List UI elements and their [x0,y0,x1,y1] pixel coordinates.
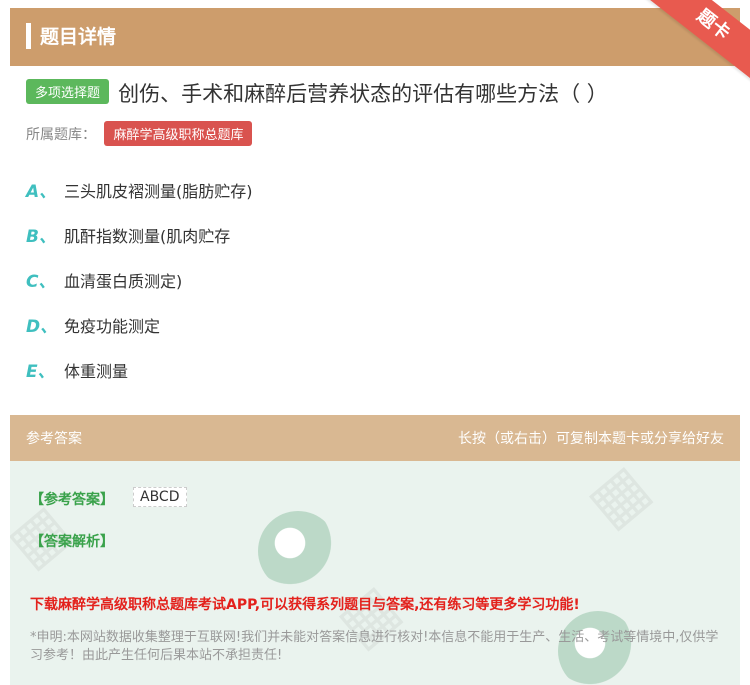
option-a[interactable]: A、 三头肌皮褶测量(脂肪贮存) [26,177,253,202]
option-text: 体重测量 [64,362,129,381]
option-text: 免疫功能测定 [64,317,161,336]
option-e[interactable]: E、 体重测量 [26,357,128,382]
page-title: 题目详情 [40,26,117,48]
answer-label: 【参考答案】 [30,492,114,508]
library-row: 所属题库： 麻醉学高级职称总题库 [26,121,253,146]
ribbon-label: 题卡 [642,0,750,87]
option-c[interactable]: C、 血清蛋白质测定) [26,267,182,292]
library-badge[interactable]: 麻醉学高级职称总题库 [104,121,253,146]
option-text: 肌酐指数测量(肌肉贮存 [64,227,231,246]
corner-ribbon: 题卡 [640,0,750,90]
option-letter: B、 [26,227,56,247]
option-letter: A、 [26,182,57,202]
download-promo-link[interactable]: 下载麻醉学高级职称总题库考试APP,可以获得系列题目与答案,还有练习等更多学习功… [30,594,580,614]
answer-header: 参考答案 长按（或右击）可复制本题卡或分享给好友 [10,415,740,461]
header-bar: 题目详情 [10,8,740,66]
question-row: 多项选择题 创伤、手术和麻醉后营养状态的评估有哪些方法（ ） [26,78,736,108]
option-b[interactable]: B、 肌酐指数测量(肌肉贮存 [26,222,230,247]
share-hint: 长按（或右击）可复制本题卡或分享给好友 [458,431,724,447]
answer-body: ▦ ▦ ▦ 【参考答案】 ABCD 【答案解析】 下载麻醉学高级职称总题库考试A… [10,461,740,685]
analysis-label: 【答案解析】 [30,534,114,550]
header-accent [26,23,31,49]
library-label: 所属题库： [26,127,96,143]
option-text: 血清蛋白质测定) [64,272,183,291]
question-text: 创伤、手术和麻醉后营养状态的评估有哪些方法（ ） [118,82,608,106]
answer-section-title: 参考答案 [26,431,82,447]
option-d[interactable]: D、 免疫功能测定 [26,312,160,337]
question-type-badge: 多项选择题 [26,79,110,104]
answer-value: ABCD [133,487,187,507]
watermark-icon: ▦ [574,461,663,542]
option-letter: D、 [26,317,58,337]
disclaimer-text: *申明:本网站数据收集整理于互联网!我们并未能对答案信息进行核对!本信息不能用于… [30,630,719,663]
option-letter: C、 [26,272,56,292]
option-text: 三头肌皮褶测量(脂肪贮存) [64,182,253,201]
watermark-logo-icon [258,511,338,591]
option-letter: E、 [26,362,55,382]
